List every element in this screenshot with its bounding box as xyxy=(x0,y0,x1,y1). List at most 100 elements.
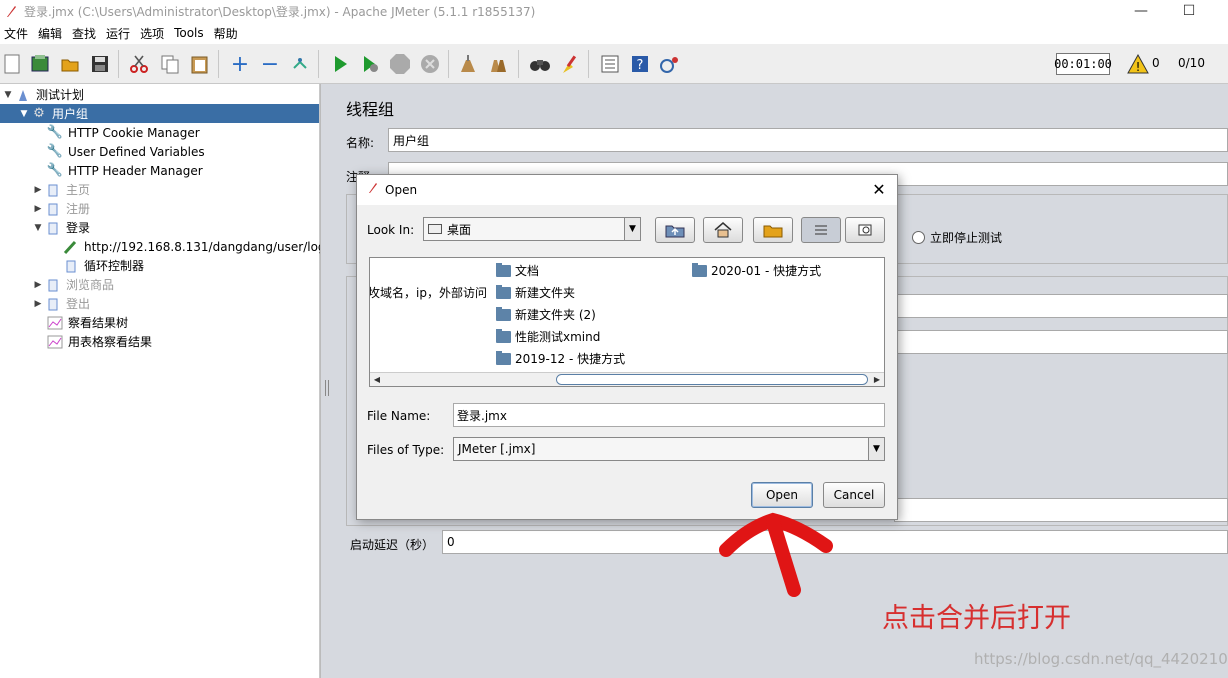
tree-node-test-plan[interactable]: ▼ 测试计划 xyxy=(2,85,84,104)
list-item[interactable]: 新建文件夹 xyxy=(496,284,575,301)
function-helper-icon[interactable] xyxy=(598,52,622,76)
up-folder-button[interactable] xyxy=(655,217,695,243)
tree-node-login[interactable]: ▼ 登录 xyxy=(32,218,90,237)
tree-node-cookie-manager[interactable]: 🔧 HTTP Cookie Manager xyxy=(46,123,200,142)
open-icon[interactable] xyxy=(58,52,82,76)
stop-test-now-radio[interactable]: 立即停止测试 xyxy=(912,229,1002,246)
maximize-button[interactable]: ☐ xyxy=(1166,0,1212,22)
menu-file[interactable]: 文件 xyxy=(4,25,34,42)
name-field[interactable]: 用户组 xyxy=(388,128,1228,152)
details-view-button[interactable] xyxy=(845,217,885,243)
splitter-grip-icon xyxy=(325,380,329,396)
expand-icon[interactable]: + xyxy=(228,52,252,77)
menu-options[interactable]: 选项 xyxy=(140,25,170,42)
chevron-down-icon[interactable]: ▼ xyxy=(868,438,884,460)
list-item[interactable]: 2020-01 - 快捷方式 xyxy=(692,262,821,279)
new-icon[interactable] xyxy=(0,52,24,76)
menu-run[interactable]: 运行 xyxy=(106,25,136,42)
name-label: 名称: xyxy=(346,136,375,150)
start-no-pauses-icon[interactable] xyxy=(358,52,382,76)
watermark-text: https://blog.csdn.net/qq_44202104 xyxy=(974,650,1228,668)
duration-field[interactable] xyxy=(894,498,1228,522)
menu-edit[interactable]: 编辑 xyxy=(38,25,68,42)
start-icon[interactable] xyxy=(328,52,352,76)
collapse-arrow-icon[interactable]: ▼ xyxy=(18,109,30,119)
look-in-select[interactable]: 桌面 ▼ xyxy=(423,217,641,241)
file-type-select[interactable]: JMeter [.jmx] ▼ xyxy=(453,437,885,461)
scroll-right-icon[interactable]: ▶ xyxy=(870,373,884,386)
file-name-input[interactable]: 登录.jmx xyxy=(453,403,885,427)
collapse-icon[interactable]: − xyxy=(258,52,282,77)
tree-node-home[interactable]: ▶ 主页 xyxy=(32,180,90,199)
list-item[interactable]: 2019-12 - 快捷方式 xyxy=(496,350,625,367)
jmeter-feather-icon xyxy=(4,4,18,18)
tree-node-thread-group[interactable]: ▼ ⚙ 用户组 xyxy=(0,104,319,123)
wrench-icon: 🔧 xyxy=(46,144,64,159)
collapse-arrow-icon[interactable]: ▼ xyxy=(32,223,44,233)
tree-node-http-request[interactable]: http://192.168.8.131/dangdang/user/login xyxy=(62,237,336,256)
tree-node-user-defined-variables[interactable]: 🔧 User Defined Variables xyxy=(46,142,205,161)
elapsed-timer: 00:01:00 xyxy=(1054,53,1112,75)
annotation-text: 点击合并后打开 xyxy=(882,603,1071,634)
expand-arrow-icon[interactable]: ▶ xyxy=(32,204,44,214)
svg-text:!: ! xyxy=(1136,60,1141,74)
reset-search-icon[interactable] xyxy=(558,52,582,76)
list-item[interactable]: 性能测试xmind xyxy=(496,328,600,345)
new-folder-button[interactable] xyxy=(753,217,793,243)
templates-icon[interactable] xyxy=(28,52,52,76)
search-icon[interactable] xyxy=(528,52,552,76)
copy-icon[interactable] xyxy=(158,52,182,76)
expand-arrow-icon[interactable]: ▶ xyxy=(32,299,44,309)
tree-node-loop-controller[interactable]: 循环控制器 xyxy=(62,256,144,275)
tree-node-logout[interactable]: ▶ 登出 xyxy=(32,294,90,313)
tree-node-view-results-tree[interactable]: 察看结果树 xyxy=(46,313,128,332)
threads-field[interactable] xyxy=(894,294,1228,318)
open-button[interactable]: Open xyxy=(751,482,813,508)
menu-tools[interactable]: Tools xyxy=(174,26,210,40)
tree-node-view-results-table[interactable]: 用表格察看结果 xyxy=(46,332,152,351)
scroll-thumb[interactable] xyxy=(556,374,868,385)
warning-icon[interactable]: ! xyxy=(1126,52,1150,76)
list-item[interactable]: 新建文件夹 (2) xyxy=(496,306,596,323)
collapse-arrow-icon[interactable]: ▼ xyxy=(2,90,14,100)
menu-help[interactable]: 帮助 xyxy=(214,25,244,42)
home-button[interactable] xyxy=(703,217,743,243)
horizontal-scrollbar[interactable]: ◀ ▶ xyxy=(370,372,884,386)
tree-node-browse-products[interactable]: ▶ 浏览商品 xyxy=(32,275,114,294)
pane-splitter[interactable] xyxy=(320,84,334,678)
radio-circle-icon xyxy=(912,231,925,244)
cut-icon[interactable] xyxy=(127,52,151,76)
save-icon[interactable] xyxy=(88,52,112,76)
tree-node-register[interactable]: ▶ 注册 xyxy=(32,199,90,218)
test-plan-icon xyxy=(14,87,32,103)
svg-text:?: ? xyxy=(637,58,644,73)
paste-icon[interactable] xyxy=(188,52,212,76)
help-icon[interactable]: ? xyxy=(628,52,652,76)
list-item[interactable]: 坆域名，ip，外部访问 xyxy=(370,284,487,301)
chart-icon xyxy=(46,334,64,350)
menu-search[interactable]: 查找 xyxy=(72,25,102,42)
stop-icon[interactable] xyxy=(388,52,412,76)
list-item[interactable]: 文档 xyxy=(496,262,539,279)
cancel-button[interactable]: Cancel xyxy=(823,482,885,508)
remote-icon[interactable] xyxy=(658,52,682,76)
close-icon[interactable]: ✕ xyxy=(869,179,889,199)
expand-arrow-icon[interactable]: ▶ xyxy=(32,280,44,290)
tree-node-header-manager[interactable]: 🔧 HTTP Header Manager xyxy=(46,161,203,180)
list-view-button[interactable] xyxy=(801,217,841,243)
shutdown-icon[interactable] xyxy=(418,52,442,76)
expand-arrow-icon[interactable]: ▶ xyxy=(32,185,44,195)
minimize-button[interactable]: — xyxy=(1118,0,1164,22)
toggle-icon[interactable] xyxy=(288,52,312,76)
chevron-down-icon[interactable]: ▼ xyxy=(624,218,640,240)
controller-icon xyxy=(44,277,62,293)
jmeter-feather-icon xyxy=(367,182,379,198)
clear-icon[interactable] xyxy=(456,52,480,76)
scroll-left-icon[interactable]: ◀ xyxy=(370,373,384,386)
controller-icon xyxy=(44,182,62,198)
ramp-up-field[interactable] xyxy=(894,330,1228,354)
controller-icon xyxy=(44,201,62,217)
clear-all-icon[interactable] xyxy=(486,52,510,76)
file-list[interactable]: 坆域名，ip，外部访问 文档 新建文件夹 新建文件夹 (2) 性能测试xmind… xyxy=(369,257,885,387)
panel-title: 线程组 xyxy=(346,100,395,119)
